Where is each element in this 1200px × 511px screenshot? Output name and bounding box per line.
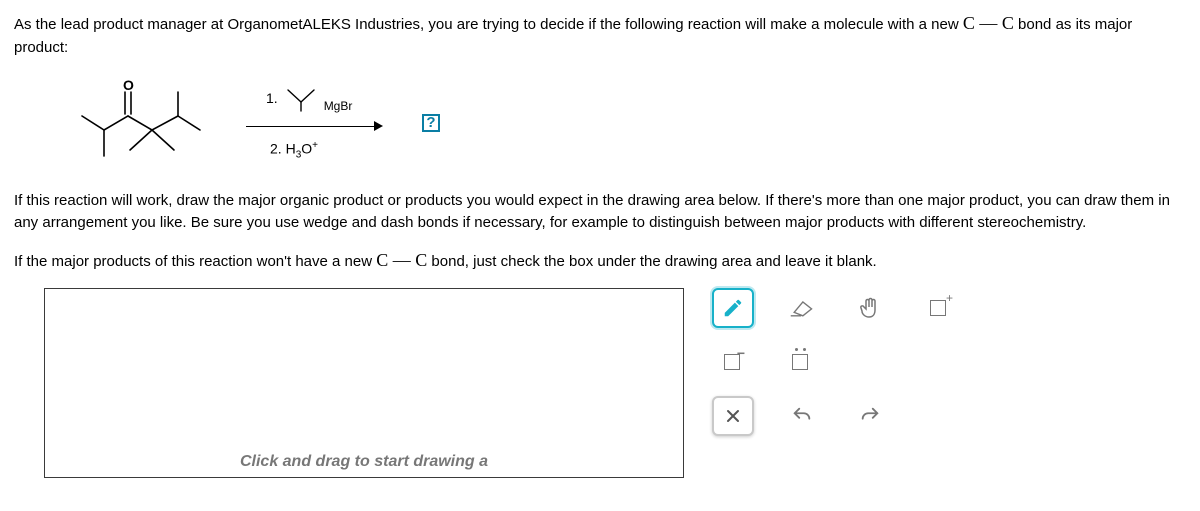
instruction-paragraph-2: If the major products of this reaction w… xyxy=(14,247,1186,274)
hand-tool[interactable] xyxy=(850,290,890,326)
eraser-tool[interactable] xyxy=(782,290,822,326)
square-minus-icon: − xyxy=(724,354,740,370)
undo-icon xyxy=(791,405,813,427)
clear-button[interactable] xyxy=(712,396,754,436)
drawing-canvas[interactable]: Click and drag to start drawing a xyxy=(44,288,684,478)
redo-button[interactable] xyxy=(850,398,890,434)
eraser-icon xyxy=(789,297,815,319)
pencil-icon xyxy=(722,297,744,319)
isopropyl-structure xyxy=(284,84,318,112)
workspace: Click and drag to start drawing a + − xyxy=(14,288,1186,478)
step2-label: 2. H xyxy=(270,141,296,157)
pencil-tool[interactable] xyxy=(712,288,754,328)
svg-text:O: O xyxy=(123,78,134,93)
bot-text-2: bond, just check the box under the drawi… xyxy=(427,253,876,270)
lone-pair-tool[interactable] xyxy=(780,344,820,380)
undo-button[interactable] xyxy=(782,398,822,434)
hand-icon xyxy=(858,296,882,320)
product-placeholder-box: ? xyxy=(422,114,440,132)
tool-panel: + − xyxy=(712,288,958,436)
mgbr-label: MgBr xyxy=(324,99,353,113)
instruction-paragraph-1: If this reaction will work, draw the maj… xyxy=(14,190,1186,235)
ketone-structure: O xyxy=(74,78,214,168)
intro-text-1: As the lead product manager at Organomet… xyxy=(14,16,963,33)
reaction-arrow xyxy=(228,116,398,136)
question-intro: As the lead product manager at Organomet… xyxy=(14,10,1186,60)
bot-text-1: If the major products of this reaction w… xyxy=(14,253,376,270)
step2-sup: + xyxy=(312,140,318,151)
canvas-hint: Click and drag to start drawing a xyxy=(45,453,683,471)
square-plus-icon: + xyxy=(930,300,946,316)
reaction-scheme: O 1. MgBr 2. H3O+ ? xyxy=(74,78,1186,168)
reagent-conditions: 1. MgBr 2. H3O+ xyxy=(228,84,398,160)
step1-label: 1. xyxy=(266,90,278,106)
cc-bond-2: C — C xyxy=(376,250,427,270)
close-icon xyxy=(725,408,741,424)
charge-minus-tool[interactable]: − xyxy=(712,344,752,380)
redo-icon xyxy=(859,405,881,427)
product-placeholder: ? xyxy=(426,114,435,131)
square-dots-icon xyxy=(792,354,808,370)
step2-after: O xyxy=(301,141,312,157)
charge-plus-tool[interactable]: + xyxy=(918,290,958,326)
cc-bond-1: C — C xyxy=(963,13,1014,33)
